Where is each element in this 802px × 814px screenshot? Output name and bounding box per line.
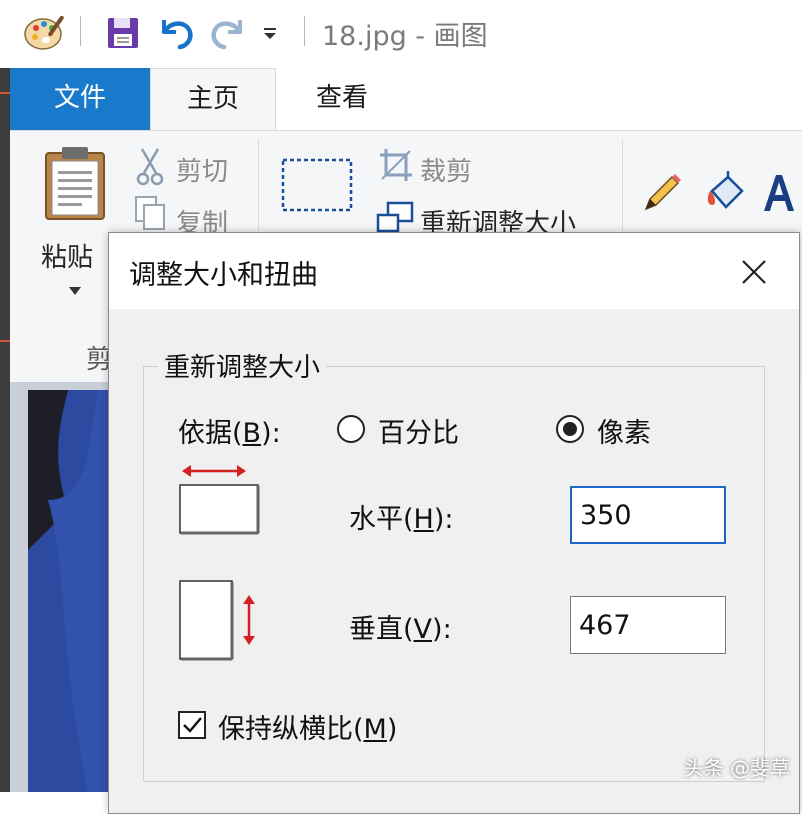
copy-icon [135, 196, 165, 230]
by-label-text: 依据( [178, 418, 243, 449]
close-icon[interactable] [729, 247, 779, 297]
by-label: 依据(B): [178, 411, 281, 450]
customize-quick-access-icon[interactable] [262, 26, 278, 42]
cut-button[interactable]: 剪切 [176, 151, 228, 188]
paint-app-icon[interactable] [24, 12, 68, 52]
horizontal-label: 水平(H): [349, 497, 454, 536]
chevron-down-icon[interactable] [68, 286, 82, 296]
horizontal-label-text: 水平( [349, 504, 414, 535]
ribbon-separator [258, 139, 259, 231]
paste-icon[interactable] [44, 147, 106, 221]
vertical-hotkey: V [413, 614, 433, 645]
redo-icon[interactable] [208, 14, 248, 52]
checkmark-icon [183, 717, 202, 733]
fill-bucket-icon[interactable] [704, 171, 750, 215]
vertical-label: 垂直(V): [349, 607, 452, 646]
canvas-area[interactable] [10, 382, 120, 792]
resize-skew-dialog: 调整大小和扭曲 重新调整大小 依据(B): 百分比 像素 水平(H): 350 … [108, 232, 800, 814]
by-label-suffix: ): [261, 418, 281, 449]
dialog-title: 调整大小和扭曲 [129, 260, 318, 291]
vertical-input[interactable] [570, 596, 726, 654]
aspect-label-text: 保持纵横比( [218, 714, 364, 745]
title-bar: 18.jpg - 画图 [0, 0, 802, 68]
dialog-titlebar: 调整大小和扭曲 [109, 233, 799, 309]
title-separator [80, 16, 81, 46]
text-tool-icon[interactable] [758, 171, 798, 215]
resize-icon [376, 201, 414, 233]
by-hotkey: B [242, 418, 262, 449]
aspect-label-suffix: ) [386, 714, 398, 745]
resize-group: 重新调整大小 依据(B): 百分比 像素 水平(H): 350 垂直(V): 4… [143, 347, 765, 782]
ribbon-separator [622, 139, 623, 231]
save-icon[interactable] [106, 16, 140, 50]
pixels-radio[interactable] [556, 415, 584, 443]
scissors-icon [136, 148, 164, 186]
aspect-ratio-label[interactable]: 保持纵横比(M) [218, 707, 397, 746]
horizontal-resize-icon [179, 465, 260, 535]
window-left-edge [0, 0, 10, 792]
horizontal-hotkey: H [413, 504, 434, 535]
resize-group-title: 重新调整大小 [158, 347, 327, 384]
vertical-label-text: 垂直( [349, 614, 414, 645]
vertical-resize-icon [179, 580, 255, 661]
aspect-ratio-checkbox[interactable] [178, 711, 206, 739]
select-icon[interactable] [280, 157, 354, 213]
ribbon-tabs: 文件 主页 查看 [10, 68, 802, 131]
horizontal-label-suffix: ): [433, 504, 454, 535]
aspect-hotkey: M [363, 714, 387, 745]
percent-label[interactable]: 百分比 [378, 411, 459, 450]
tab-home[interactable]: 主页 [150, 68, 276, 131]
canvas-image [28, 390, 120, 792]
edge-mark [0, 92, 10, 94]
title-separator [304, 16, 305, 46]
pencil-icon[interactable] [640, 171, 684, 215]
horizontal-input[interactable] [570, 486, 726, 544]
edge-mark [0, 340, 10, 342]
percent-radio[interactable] [337, 415, 365, 443]
tab-view[interactable]: 查看 [280, 68, 404, 130]
pixels-label[interactable]: 像素 [597, 411, 651, 450]
radio-selected-dot [563, 422, 577, 436]
tab-file[interactable]: 文件 [10, 68, 150, 130]
undo-icon[interactable] [156, 14, 196, 52]
crop-button[interactable]: 裁剪 [420, 151, 472, 188]
crop-icon [380, 149, 412, 181]
vertical-label-suffix: ): [432, 614, 452, 645]
window-title: 18.jpg - 画图 [322, 21, 488, 52]
image-content [28, 390, 120, 792]
paste-button[interactable]: 粘贴 [41, 237, 93, 274]
watermark: 头条 @斐草 [683, 756, 790, 780]
